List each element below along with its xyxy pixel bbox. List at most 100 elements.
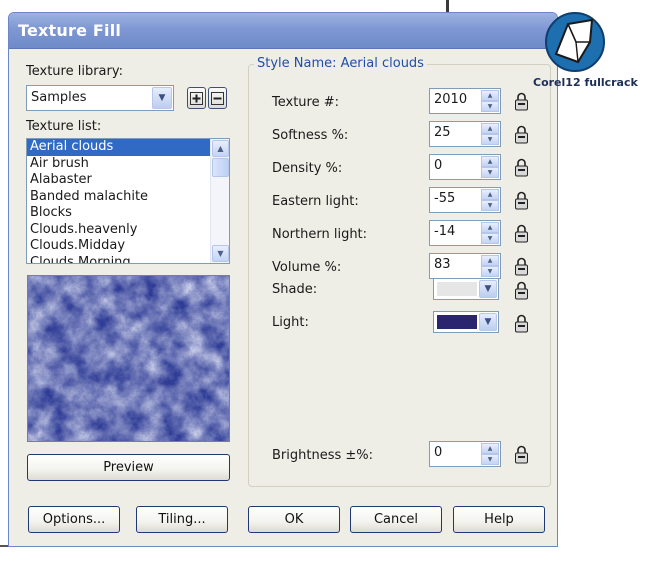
shade-swatch <box>437 282 477 296</box>
list-item[interactable]: Alabaster <box>27 172 229 189</box>
spin-down-icon[interactable]: ▼ <box>481 233 499 244</box>
add-library-button[interactable] <box>187 87 206 109</box>
chevron-down-icon[interactable]: ▼ <box>152 87 172 109</box>
density-input[interactable]: 0 ▲ ▼ <box>429 154 501 180</box>
texture-preview-image <box>27 275 230 442</box>
options-button[interactable]: Options... <box>28 506 120 533</box>
plus-icon <box>190 91 203 105</box>
eastern-light-value: -55 <box>434 191 456 206</box>
spin-up-icon[interactable]: ▲ <box>481 222 499 233</box>
corel-watermark: Corel12 fullcrack <box>531 12 638 92</box>
list-item[interactable]: Clouds.heavenly <box>27 222 229 239</box>
northern-light-label: Northern light: <box>272 227 368 242</box>
texture-library-select[interactable]: Samples ▼ <box>26 85 174 111</box>
light-color-picker[interactable]: ▼ <box>433 311 499 333</box>
screen: Texture Fill Texture library: Samples ▼ … <box>0 0 650 574</box>
lock-icon[interactable] <box>514 125 529 144</box>
brightness-input[interactable]: 0 ▲ ▼ <box>429 441 501 467</box>
cancel-button[interactable]: Cancel <box>350 506 442 533</box>
lock-icon[interactable] <box>514 191 529 210</box>
scroll-up-icon[interactable]: ▲ <box>212 140 229 157</box>
density-value: 0 <box>434 158 443 173</box>
brightness-label: Brightness ±%: <box>272 448 374 463</box>
spin-up-icon[interactable]: ▲ <box>481 90 499 101</box>
scroll-thumb[interactable] <box>212 158 229 177</box>
eastern-light-spinner[interactable]: ▲ ▼ <box>481 189 499 211</box>
tiling-button[interactable]: Tiling... <box>136 506 228 533</box>
list-item[interactable]: Aerial clouds <box>27 139 229 156</box>
texture-library-value: Samples <box>31 90 87 105</box>
minus-icon <box>211 91 224 105</box>
list-scrollbar[interactable]: ▲ ▼ <box>210 139 229 263</box>
watermark-text: Corel12 fullcrack <box>533 76 638 89</box>
spin-down-icon[interactable]: ▼ <box>481 266 499 277</box>
lock-icon[interactable] <box>514 314 529 333</box>
texture-number-value: 2010 <box>434 92 468 107</box>
light-label: Light: <box>272 315 309 330</box>
spin-down-icon[interactable]: ▼ <box>481 101 499 112</box>
list-item[interactable]: Clouds.Morning <box>27 255 229 264</box>
spin-up-icon[interactable]: ▲ <box>481 255 499 266</box>
softness-input[interactable]: 25 ▲ ▼ <box>429 121 501 147</box>
density-spinner[interactable]: ▲ ▼ <box>481 156 499 178</box>
title-bar[interactable]: Texture Fill <box>9 13 557 49</box>
volume-input[interactable]: 83 ▲ ▼ <box>429 253 501 279</box>
spin-down-icon[interactable]: ▼ <box>481 454 499 465</box>
texture-number-spinner[interactable]: ▲ ▼ <box>481 90 499 112</box>
texture-fill-dialog: Texture Fill Texture library: Samples ▼ … <box>8 12 558 547</box>
lock-icon[interactable] <box>514 445 529 464</box>
light-swatch <box>437 315 477 329</box>
softness-label: Softness %: <box>272 128 349 143</box>
help-button[interactable]: Help <box>453 506 545 533</box>
volume-value: 83 <box>434 257 451 272</box>
shade-color-picker[interactable]: ▼ <box>433 278 499 300</box>
softness-value: 25 <box>434 125 451 140</box>
spin-up-icon[interactable]: ▲ <box>481 156 499 167</box>
list-item[interactable]: Blocks <box>27 205 229 222</box>
texture-library-label: Texture library: <box>26 64 123 79</box>
spin-down-icon[interactable]: ▼ <box>481 200 499 211</box>
chevron-down-icon[interactable]: ▼ <box>479 280 497 298</box>
remove-library-button[interactable] <box>208 87 227 109</box>
texture-list-label: Texture list: <box>26 119 102 134</box>
density-label: Density %: <box>272 161 343 176</box>
eastern-light-input[interactable]: -55 ▲ ▼ <box>429 187 501 213</box>
texture-preview-pattern <box>28 276 229 441</box>
texture-number-label: Texture #: <box>272 95 339 110</box>
shade-label: Shade: <box>272 282 318 297</box>
ok-button[interactable]: OK <box>248 506 340 533</box>
brightness-value: 0 <box>434 445 443 460</box>
list-item[interactable]: Clouds.Midday <box>27 238 229 255</box>
lock-icon[interactable] <box>514 158 529 177</box>
volume-spinner[interactable]: ▲ ▼ <box>481 255 499 277</box>
lock-icon[interactable] <box>514 257 529 276</box>
northern-light-spinner[interactable]: ▲ ▼ <box>481 222 499 244</box>
brightness-spinner[interactable]: ▲ ▼ <box>481 443 499 465</box>
list-item[interactable]: Air brush <box>27 156 229 173</box>
preview-button[interactable]: Preview <box>27 454 230 481</box>
northern-light-input[interactable]: -14 ▲ ▼ <box>429 220 501 246</box>
texture-number-input[interactable]: 2010 ▲ ▼ <box>429 88 501 114</box>
watermark-version: 12 <box>565 76 581 89</box>
spin-up-icon[interactable]: ▲ <box>481 123 499 134</box>
volume-label: Volume %: <box>272 260 342 275</box>
scroll-down-icon[interactable]: ▼ <box>212 245 229 262</box>
style-name-title: Style Name: Aerial clouds <box>254 56 427 71</box>
lock-icon[interactable] <box>514 92 529 111</box>
chevron-down-icon[interactable]: ▼ <box>479 313 497 331</box>
list-item[interactable]: Banded malachite <box>27 189 229 206</box>
corel-logo-icon <box>545 12 605 72</box>
eastern-light-label: Eastern light: <box>272 194 359 209</box>
spin-down-icon[interactable]: ▼ <box>481 167 499 178</box>
spin-down-icon[interactable]: ▼ <box>481 134 499 145</box>
dialog-title: Texture Fill <box>18 21 122 40</box>
northern-light-value: -14 <box>434 224 456 239</box>
spin-up-icon[interactable]: ▲ <box>481 189 499 200</box>
softness-spinner[interactable]: ▲ ▼ <box>481 123 499 145</box>
lock-icon[interactable] <box>514 224 529 243</box>
texture-list[interactable]: Aerial clouds Air brush Alabaster Banded… <box>26 138 230 264</box>
spin-up-icon[interactable]: ▲ <box>481 443 499 454</box>
lock-icon[interactable] <box>514 281 529 300</box>
watermark-brand: Corel <box>533 76 566 89</box>
watermark-suffix: fullcrack <box>584 76 638 89</box>
